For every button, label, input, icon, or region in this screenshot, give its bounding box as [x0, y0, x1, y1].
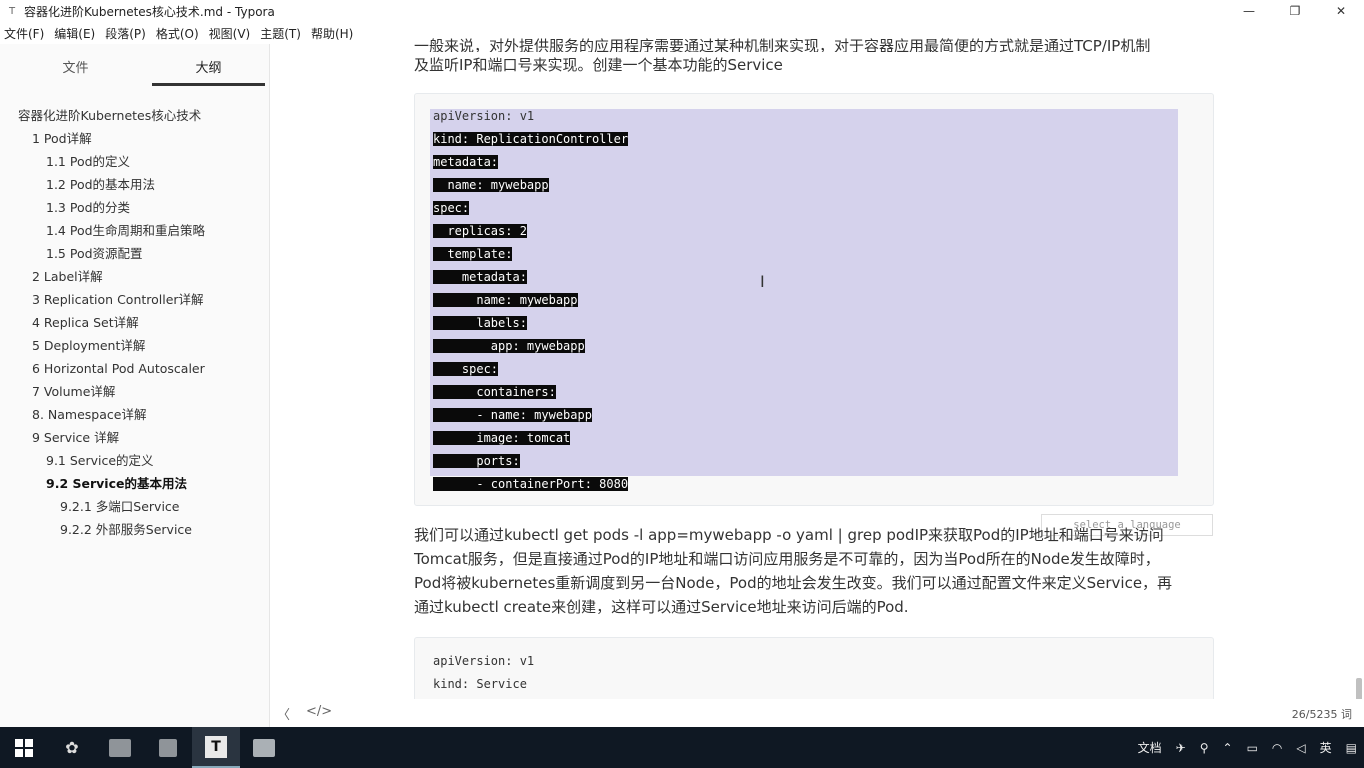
tray-wifi-icon[interactable]: ◠: [1272, 741, 1282, 755]
outline-item[interactable]: 1 Pod详解: [0, 127, 269, 150]
typora-app-icon: T: [8, 5, 16, 17]
menu-file[interactable]: 文件(F): [4, 25, 44, 42]
code-line: template:: [433, 247, 513, 261]
outline-item[interactable]: 1.4 Pod生命周期和重启策略: [0, 219, 269, 242]
code-line: ports:: [433, 454, 520, 468]
tray-arrow-icon[interactable]: ✈: [1176, 741, 1186, 755]
menu-help[interactable]: 帮助(H): [311, 25, 353, 42]
outline-item[interactable]: 容器化进阶Kubernetes核心技术: [0, 104, 269, 127]
word-count[interactable]: 26/5235 词: [1292, 706, 1352, 722]
windows-start-icon[interactable]: [0, 727, 48, 768]
system-tray: 文档 ✈ ⚲ ⌃ ▭ ◠ ◁ 英 ▤: [1131, 727, 1364, 768]
outline-item[interactable]: 1.1 Pod的定义: [0, 150, 269, 173]
code-line: apiVersion: v1: [433, 654, 535, 668]
outline-item[interactable]: 6 Horizontal Pod Autoscaler: [0, 357, 269, 380]
intro-paragraph: 及监听IP和端口号来实现。创建一个基本功能的Service: [414, 56, 783, 74]
code-line: replicas: 2: [433, 224, 527, 238]
tray-user-icon[interactable]: ⚲: [1200, 741, 1209, 755]
maximize-button[interactable]: ❐: [1272, 0, 1318, 22]
outline-item[interactable]: 9.2.1 多端口Service: [0, 495, 269, 518]
taskbar: ✿ T 文档 ✈ ⚲ ⌃ ▭ ◠ ◁ 英 ▤: [0, 727, 1364, 768]
title-bar: T 容器化进阶Kubernetes核心技术.md - Typora — ❐ ✕: [0, 0, 1364, 22]
outline-item[interactable]: 2 Label详解: [0, 265, 269, 288]
window-title: 容器化进阶Kubernetes核心技术.md - Typora: [24, 4, 275, 19]
outline-item[interactable]: 8. Namespace详解: [0, 403, 269, 426]
tray-battery-icon[interactable]: ▭: [1247, 741, 1258, 755]
sidebar: 文件 大纲 容器化进阶Kubernetes核心技术 1 Pod详解 1.1 Pod的…: [0, 44, 270, 727]
tray-docs-label[interactable]: 文档: [1138, 739, 1162, 756]
taskbar-app-icon[interactable]: [96, 727, 144, 768]
menu-view[interactable]: 视图(V): [209, 25, 251, 42]
partial-paragraph: 一般来说，对外提供服务的应用程序需要通过某种机制来实现，对于容器应用最简便的方式…: [414, 37, 1151, 52]
outline-item[interactable]: 7 Volume详解: [0, 380, 269, 403]
body-line-4: 通过kubectl create来创建，这样可以通过Service地址来访问后端…: [414, 598, 909, 616]
status-bar: 〈 </> 26/5235 词: [271, 699, 1364, 727]
code-line: kind: ReplicationController: [433, 132, 629, 146]
code-line: app: mywebapp: [433, 339, 585, 353]
toggle-sidebar-icon[interactable]: 〈: [277, 704, 290, 723]
code-line: - containerPort: 8080: [433, 477, 629, 491]
outline-item[interactable]: 9.2 Service的基本用法: [0, 472, 269, 495]
tab-files[interactable]: 文件: [19, 49, 132, 84]
tray-notification-icon[interactable]: ▤: [1346, 741, 1357, 755]
code-line: name: mywebapp: [433, 178, 549, 192]
code-block-yaml[interactable]: apiVersion: v1 kind: ReplicationControlle…: [414, 93, 1214, 506]
tray-volume-icon[interactable]: ◁: [1296, 741, 1305, 755]
code-line: metadata:: [433, 270, 527, 284]
code-line: - name: mywebapp: [433, 408, 592, 422]
outline-item[interactable]: 4 Replica Set详解: [0, 311, 269, 334]
menu-format[interactable]: 格式(O): [156, 25, 199, 42]
body-line-3: Pod将被kubernetes重新调度到另一台Node，Pod的地址会发生改变。…: [414, 574, 1173, 592]
code-line: image: tomcat: [433, 431, 571, 445]
code-line: apiVersion: v1: [433, 109, 535, 123]
tray-chevron-up-icon[interactable]: ⌃: [1223, 741, 1233, 755]
code-line: kind: Service: [433, 677, 527, 691]
menu-bar: 文件(F) 编辑(E) 段落(P) 格式(O) 视图(V) 主题(T) 帮助(H…: [0, 22, 359, 44]
taskbar-typora-icon[interactable]: T: [192, 727, 240, 768]
body-line-1: 我们可以通过kubectl get pods -l app=mywebapp -…: [414, 526, 1164, 544]
code-line: metadata:: [433, 155, 499, 169]
taskbar-app-icon[interactable]: [144, 727, 192, 768]
minimize-button[interactable]: —: [1226, 0, 1272, 22]
outline-item[interactable]: 3 Replication Controller详解: [0, 288, 269, 311]
outline-list: 容器化进阶Kubernetes核心技术 1 Pod详解 1.1 Pod的定义 1.2 …: [0, 104, 269, 541]
sidebar-tabs: 文件 大纲: [0, 44, 269, 88]
source-mode-icon[interactable]: </>: [306, 704, 332, 723]
outline-item[interactable]: 1.3 Pod的分类: [0, 196, 269, 219]
code-line: name: mywebapp: [433, 293, 578, 307]
code-line: spec:: [433, 201, 470, 215]
body-line-2: Tomcat服务，但是直接通过Pod的IP地址和端口访问应用服务是不可靠的，因为…: [414, 550, 1160, 568]
menu-paragraph[interactable]: 段落(P): [105, 25, 146, 42]
outline-item[interactable]: 9.2.2 外部服务Service: [0, 518, 269, 541]
outline-item[interactable]: 9 Service 详解: [0, 426, 269, 449]
outline-item[interactable]: 9.1 Service的定义: [0, 449, 269, 472]
ibeam-cursor-icon: I: [760, 272, 765, 291]
code-line: containers:: [433, 385, 556, 399]
window-controls: — ❐ ✕: [1226, 0, 1364, 22]
tray-ime-label[interactable]: 英: [1320, 739, 1332, 756]
menu-theme[interactable]: 主题(T): [260, 25, 301, 42]
outline-item[interactable]: 1.2 Pod的基本用法: [0, 173, 269, 196]
editor-pane[interactable]: 一般来说，对外提供服务的应用程序需要通过某种机制来实现，对于容器应用最简便的方式…: [271, 37, 1364, 722]
code-block-service[interactable]: apiVersion: v1 kind: Service: [414, 637, 1214, 707]
code-line: labels:: [433, 316, 527, 330]
taskbar-explorer-icon[interactable]: [240, 727, 288, 768]
taskbar-app-icon[interactable]: ✿: [48, 727, 96, 768]
outline-item[interactable]: 5 Deployment详解: [0, 334, 269, 357]
tab-outline[interactable]: 大纲: [152, 49, 265, 86]
outline-item[interactable]: 1.5 Pod资源配置: [0, 242, 269, 265]
code-line: spec:: [433, 362, 499, 376]
close-button[interactable]: ✕: [1318, 0, 1364, 22]
menu-edit[interactable]: 编辑(E): [54, 25, 95, 42]
